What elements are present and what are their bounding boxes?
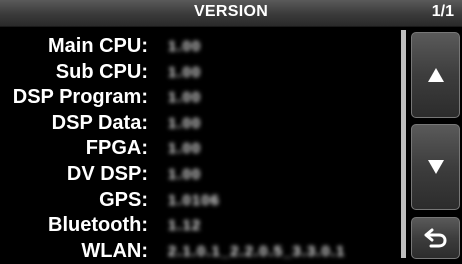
screen-title: VERSION — [193, 3, 269, 20]
dsp-program-value: 1.00 — [168, 89, 202, 107]
list-item: FPGA: 1.00 — [0, 136, 400, 162]
sub-cpu-value: 1.00 — [168, 63, 202, 81]
list-item: GPS: 1.0106 — [0, 188, 400, 214]
fpga-value: 1.00 — [168, 140, 202, 158]
list-item: Bluetooth: 1.12 — [0, 213, 400, 239]
version-list: Main CPU: 1.00 Sub CPU: 1.00 DSP Program… — [0, 34, 400, 264]
main-cpu-label: Main CPU: — [48, 35, 148, 57]
dsp-data-value: 1.00 — [168, 114, 202, 132]
dsp-program-label: DSP Program: — [12, 86, 148, 109]
scrollbar-thumb[interactable] — [401, 30, 406, 258]
main-cpu-value: 1.00 — [168, 38, 202, 55]
dv-dsp-label: DV DSP: — [66, 162, 148, 185]
gps-label: GPS: — [99, 188, 148, 211]
return-arrow-icon — [424, 228, 446, 248]
list-item: DV DSP: 1.00 — [0, 162, 400, 188]
list-item: DSP Data: 1.00 — [0, 111, 400, 137]
scroll-down-button[interactable] — [411, 124, 460, 210]
dsp-data-label: DSP Data: — [51, 111, 148, 134]
list-item: WLAN: 2.1.0.1_2.2.0.5_3.3.0.1 — [0, 239, 400, 264]
wlan-value: 2.1.0.1_2.2.0.5_3.3.0.1 — [168, 242, 346, 260]
bluetooth-value: 1.12 — [168, 217, 202, 235]
list-item: Main CPU: 1.00 — [0, 34, 400, 60]
triangle-up-icon — [427, 68, 444, 82]
page-indicator: 1/1 — [431, 3, 454, 20]
bluetooth-label: Bluetooth: — [48, 214, 148, 237]
list-item: DSP Program: 1.00 — [0, 85, 400, 111]
fpga-label: FPGA: — [85, 137, 148, 160]
list-item: Sub CPU: 1.00 — [0, 60, 400, 86]
triangle-down-icon — [427, 160, 444, 174]
back-button[interactable] — [411, 217, 460, 259]
wlan-label: WLAN: — [81, 239, 148, 262]
dv-dsp-value: 1.00 — [168, 165, 202, 183]
sub-cpu-label: Sub CPU: — [55, 60, 148, 83]
scroll-up-button[interactable] — [411, 32, 460, 118]
title-bar: VERSION 1/1 — [0, 0, 462, 27]
gps-value: 1.0106 — [168, 191, 220, 209]
